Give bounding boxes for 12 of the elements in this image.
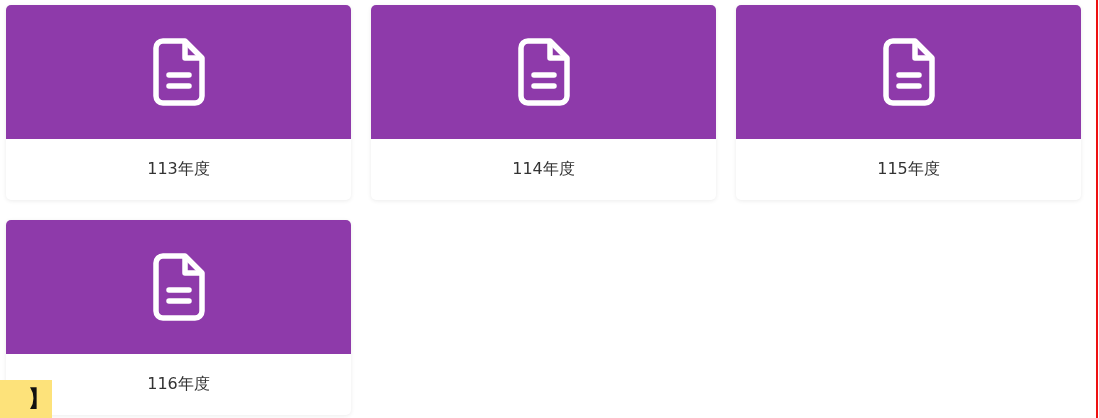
card-title: 114年度 [512,159,575,180]
card-title: 113年度 [147,159,210,180]
document-icon [152,253,205,321]
card-title: 116年度 [147,374,210,395]
document-icon [152,38,205,106]
folder-card[interactable]: 113年度 [6,5,351,200]
document-icon [517,38,570,106]
heading-tag: 】 [0,380,52,418]
document-icon [882,38,935,106]
folder-card[interactable]: 115年度 [736,5,1081,200]
card-title: 115年度 [877,159,940,180]
folder-card[interactable]: 114年度 [371,5,716,200]
